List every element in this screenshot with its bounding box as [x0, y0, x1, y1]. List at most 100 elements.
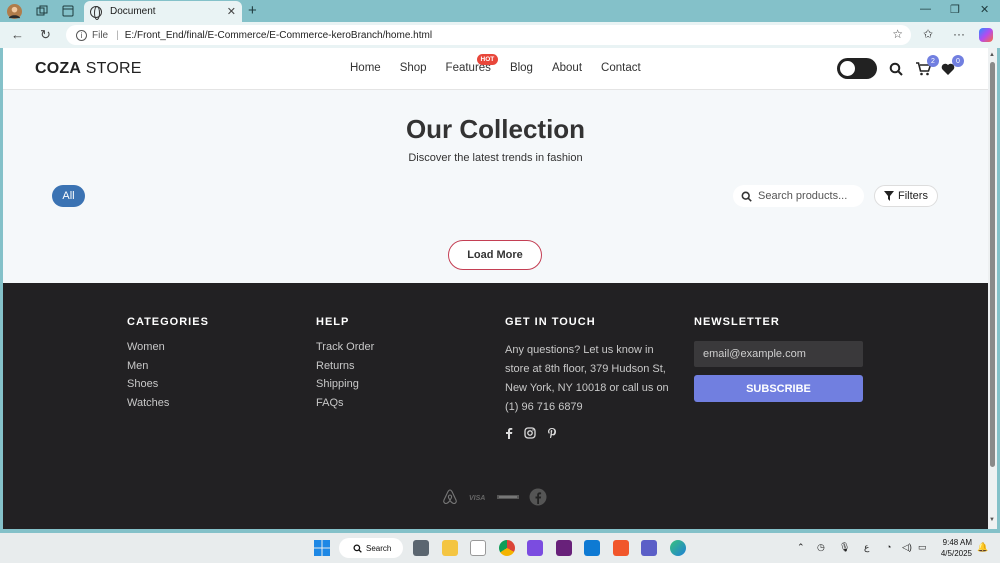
info-icon[interactable]: i	[76, 29, 87, 41]
nav-features[interactable]: Features HOT	[446, 54, 499, 74]
search-icon	[741, 191, 752, 202]
product-search-input[interactable]: Search products...	[733, 185, 864, 207]
refresh-icon[interactable]: ↻	[40, 27, 51, 43]
instagram-icon[interactable]	[524, 427, 536, 442]
footer-link-track-order[interactable]: Track Order	[316, 341, 374, 354]
footer-help: HELP Track Order Returns Shipping FAQs	[316, 316, 374, 415]
scroll-down-icon[interactable]: ▼	[989, 517, 995, 523]
edge-icon[interactable]	[670, 540, 686, 556]
battery-icon[interactable]: ▭	[918, 542, 927, 553]
site-header: COZA STORE Home Shop Features HOT Blog Ab…	[3, 48, 988, 90]
volume-icon[interactable]: ◁)	[902, 542, 912, 553]
profile-avatar-icon[interactable]	[6, 3, 22, 19]
url-field[interactable]: i File | E:/Front_End/final/E-Commerce/E…	[66, 25, 911, 45]
payment-icons: VISA	[441, 488, 547, 508]
cart-icon[interactable]: 2	[914, 55, 939, 78]
vscode-icon[interactable]	[584, 540, 600, 556]
more-menu-icon[interactable]: ···	[953, 27, 965, 41]
nav-contact[interactable]: Contact	[601, 62, 641, 74]
teams-icon[interactable]	[641, 540, 657, 556]
scroll-up-icon[interactable]: ▲	[989, 52, 995, 58]
search-icon[interactable]	[887, 60, 905, 78]
visa-icon: VISA	[469, 493, 487, 503]
page-viewport: COZA STORE Home Shop Features HOT Blog Ab…	[3, 48, 988, 529]
nav-shop[interactable]: Shop	[400, 62, 427, 74]
nav-home[interactable]: Home	[350, 62, 381, 74]
footer-categories: CATEGORIES Women Men Shoes Watches	[127, 316, 209, 415]
chrome-icon[interactable]	[499, 540, 515, 556]
tab-actions-icon[interactable]	[60, 3, 76, 19]
browser-tab-bar: Document ✕ + — ❐ ✕	[0, 0, 1000, 22]
load-more-button[interactable]: Load More	[448, 240, 542, 270]
restore-icon[interactable]: ❐	[950, 3, 960, 16]
back-arrow-icon[interactable]: ←	[11, 27, 24, 42]
windows-start-icon[interactable]	[314, 540, 330, 556]
nav-about[interactable]: About	[552, 62, 582, 74]
facebook-icon	[529, 488, 547, 508]
funnel-icon	[884, 191, 895, 201]
visual-studio-icon[interactable]	[556, 540, 572, 556]
app-icon[interactable]	[527, 540, 543, 556]
close-tab-icon[interactable]: ✕	[227, 5, 236, 18]
site-logo[interactable]: COZA STORE	[35, 60, 142, 78]
notification-bell-icon[interactable]: 🔔	[977, 542, 988, 553]
windows-taskbar: Search ⌃ ◷ 🎙 ع ◔ ◁) ▭ 9:48 AM 4/5/2025 🔔	[0, 533, 1000, 563]
airbnb-icon	[441, 488, 459, 508]
task-view-icon[interactable]	[413, 540, 429, 556]
theme-toggle[interactable]	[837, 58, 877, 79]
collection-subtitle: Discover the latest trends in fashion	[408, 152, 583, 164]
toggle-knob	[840, 61, 855, 76]
nav-blog[interactable]: Blog	[510, 62, 533, 74]
copilot-icon[interactable]	[979, 28, 993, 42]
taskbar-search-label: Search	[366, 543, 392, 553]
tab-document[interactable]: Document ✕	[84, 1, 242, 22]
newsletter-email-input[interactable]: email@example.com	[694, 341, 863, 367]
brave-icon[interactable]	[613, 540, 629, 556]
social-links	[505, 427, 677, 442]
minimize-icon[interactable]: —	[920, 3, 931, 15]
footer-link-shoes[interactable]: Shoes	[127, 378, 209, 391]
language-indicator[interactable]: ع	[864, 542, 869, 553]
help-heading: HELP	[316, 316, 350, 328]
footer-get-in-touch: GET IN TOUCH Any questions? Let us know …	[505, 316, 677, 442]
new-tab-button[interactable]: +	[248, 2, 257, 19]
url-separator: |	[116, 29, 119, 41]
pinterest-icon[interactable]	[547, 427, 557, 442]
url-text: E:/Front_End/final/E-Commerce/E-Commerce…	[124, 29, 433, 41]
page-scrollbar[interactable]: ▲ ▼	[988, 48, 997, 529]
logo-rest-text: STORE	[81, 60, 142, 77]
heart-icon[interactable]: 0	[939, 55, 964, 78]
workspaces-icon[interactable]	[34, 3, 50, 19]
clock-app-icon[interactable]: ◷	[817, 542, 825, 553]
filters-button[interactable]: Filters	[874, 185, 938, 207]
main-nav: Home Shop Features HOT Blog About Contact	[350, 54, 660, 74]
mic-muted-icon[interactable]: 🎙	[839, 542, 850, 553]
footer-link-women[interactable]: Women	[127, 341, 209, 354]
taskbar-search[interactable]: Search	[339, 538, 403, 558]
footer-link-men[interactable]: Men	[127, 360, 209, 373]
microsoft-store-icon[interactable]	[470, 540, 486, 556]
footer-newsletter: NEWSLETTER email@example.com SUBSCRIBE	[694, 316, 863, 402]
wifi-icon[interactable]: ◔	[886, 542, 891, 552]
close-window-icon[interactable]: ✕	[980, 3, 989, 16]
favorite-star-icon[interactable]: ☆	[892, 27, 903, 41]
favorites-icon[interactable]: ✩	[923, 27, 933, 41]
taskbar-clock[interactable]: 9:48 AM 4/5/2025	[936, 537, 972, 559]
footer-link-faqs[interactable]: FAQs	[316, 397, 374, 410]
logo-bold-text: COZA	[35, 60, 82, 77]
address-bar-row: ← ↻ i File | E:/Front_End/final/E-Commer…	[0, 22, 1000, 48]
footer-link-returns[interactable]: Returns	[316, 360, 374, 373]
subscribe-button[interactable]: SUBSCRIBE	[694, 375, 863, 402]
scrollbar-thumb[interactable]	[990, 62, 995, 467]
footer-link-shipping[interactable]: Shipping	[316, 378, 374, 391]
footer-link-watches[interactable]: Watches	[127, 397, 209, 410]
search-icon	[353, 543, 362, 553]
filter-chip-all[interactable]: All	[52, 185, 85, 207]
show-hidden-icons-icon[interactable]: ⌃	[797, 542, 805, 553]
facebook-icon[interactable]	[505, 427, 513, 442]
clock-time: 9:48 AM	[942, 538, 972, 547]
svg-text:VISA: VISA	[469, 495, 485, 501]
contact-text: Any questions? Let us know in store at 8…	[505, 344, 669, 413]
globe-icon	[90, 5, 102, 20]
file-explorer-icon[interactable]	[442, 540, 458, 556]
